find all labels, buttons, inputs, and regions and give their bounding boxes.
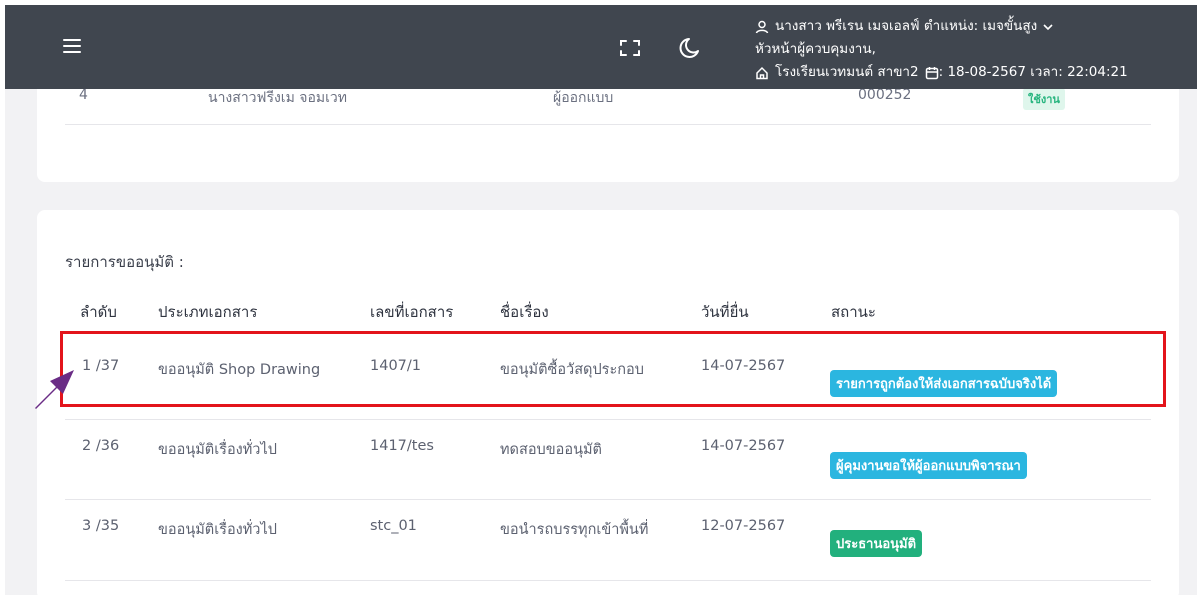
user-name-position: นางสาว พรีเรน เมจเอลฟ์ ตำแหน่ง: เมจขั้นส… [775, 18, 1038, 34]
row-name: นางสาวฟรีงเม จอมเวท [208, 90, 347, 106]
status-badge: ใช้งาน [1023, 88, 1065, 110]
column-header-doc-no: เลขที่เอกสาร [370, 303, 454, 321]
home-icon [756, 66, 768, 79]
column-header-subject: ชื่อเรื่อง [500, 303, 549, 321]
row-doc-type: ขออนุมัติเรื่องทั่วไป [158, 522, 277, 538]
status-badge: ผู้คุมงานขอให้ผู้ออกแบบพิจารณา [830, 452, 1027, 479]
highlight-box [60, 331, 1166, 407]
row-subject: ทดสอบขออนุมัติ [500, 442, 602, 458]
user-info[interactable]: นางสาว พรีเรน เมจเอลฟ์ ตำแหน่ง: เมจขั้นส… [755, 15, 1128, 84]
moon-icon[interactable] [678, 36, 700, 64]
table-row[interactable]: 2 /36 ขออนุมัติเรื่องทั่วไป 1417/tes ทดส… [65, 420, 1151, 500]
row-seq: 2 /36 [82, 438, 120, 454]
row-doc-no: 1417/tes [370, 438, 434, 454]
row-subject: ขอนำรถบรรทุกเข้าพื้นที่ [500, 522, 649, 538]
row-date: 12-07-2567 [701, 518, 786, 534]
top-header: นางสาว พรีเรน เมจเอลฟ์ ตำแหน่ง: เมจขั้นส… [5, 5, 1197, 89]
column-header-date: วันที่ยื่น [701, 303, 749, 321]
row-doc-no: stc_01 [370, 518, 417, 534]
row-doc-type: ขออนุมัติเรื่องทั่วไป [158, 442, 277, 458]
menu-icon[interactable] [63, 39, 81, 53]
column-header-status: สถานะ [831, 303, 876, 321]
approval-section-label: รายการขออนุมัติ : [65, 253, 184, 271]
arrow-annotation [30, 362, 78, 416]
row-code: 000252 [858, 87, 912, 103]
table-row[interactable]: 3 /35 ขออนุมัติเรื่องทั่วไป stc_01 ขอนำร… [65, 500, 1151, 581]
school-branch: โรงเรียนเวทมนต์ สาขา2 [775, 64, 919, 80]
table-row: 4 นางสาวฟรีงเม จอมเวท ผู้ออกแบบ 000252 ใ… [65, 84, 1151, 125]
date-time: : 18-08-2567 เวลา: 22:04:21 [938, 64, 1128, 80]
fullscreen-icon[interactable] [619, 39, 641, 61]
status-badge: ประธานอนุมัติ [830, 530, 923, 557]
user-role: หัวหน้าผู้ควบคุมงาน, [755, 41, 876, 57]
row-index: 4 [79, 87, 88, 103]
user-icon [755, 20, 769, 33]
column-header-seq: ลำดับ [80, 303, 117, 321]
row-seq: 3 /35 [82, 518, 120, 534]
column-header-doc-type: ประเภทเอกสาร [158, 303, 258, 321]
row-role: ผู้ออกแบบ [553, 90, 614, 106]
calendar-icon [925, 66, 938, 79]
row-date: 14-07-2567 [701, 438, 786, 454]
chevron-down-icon[interactable] [1043, 23, 1053, 31]
